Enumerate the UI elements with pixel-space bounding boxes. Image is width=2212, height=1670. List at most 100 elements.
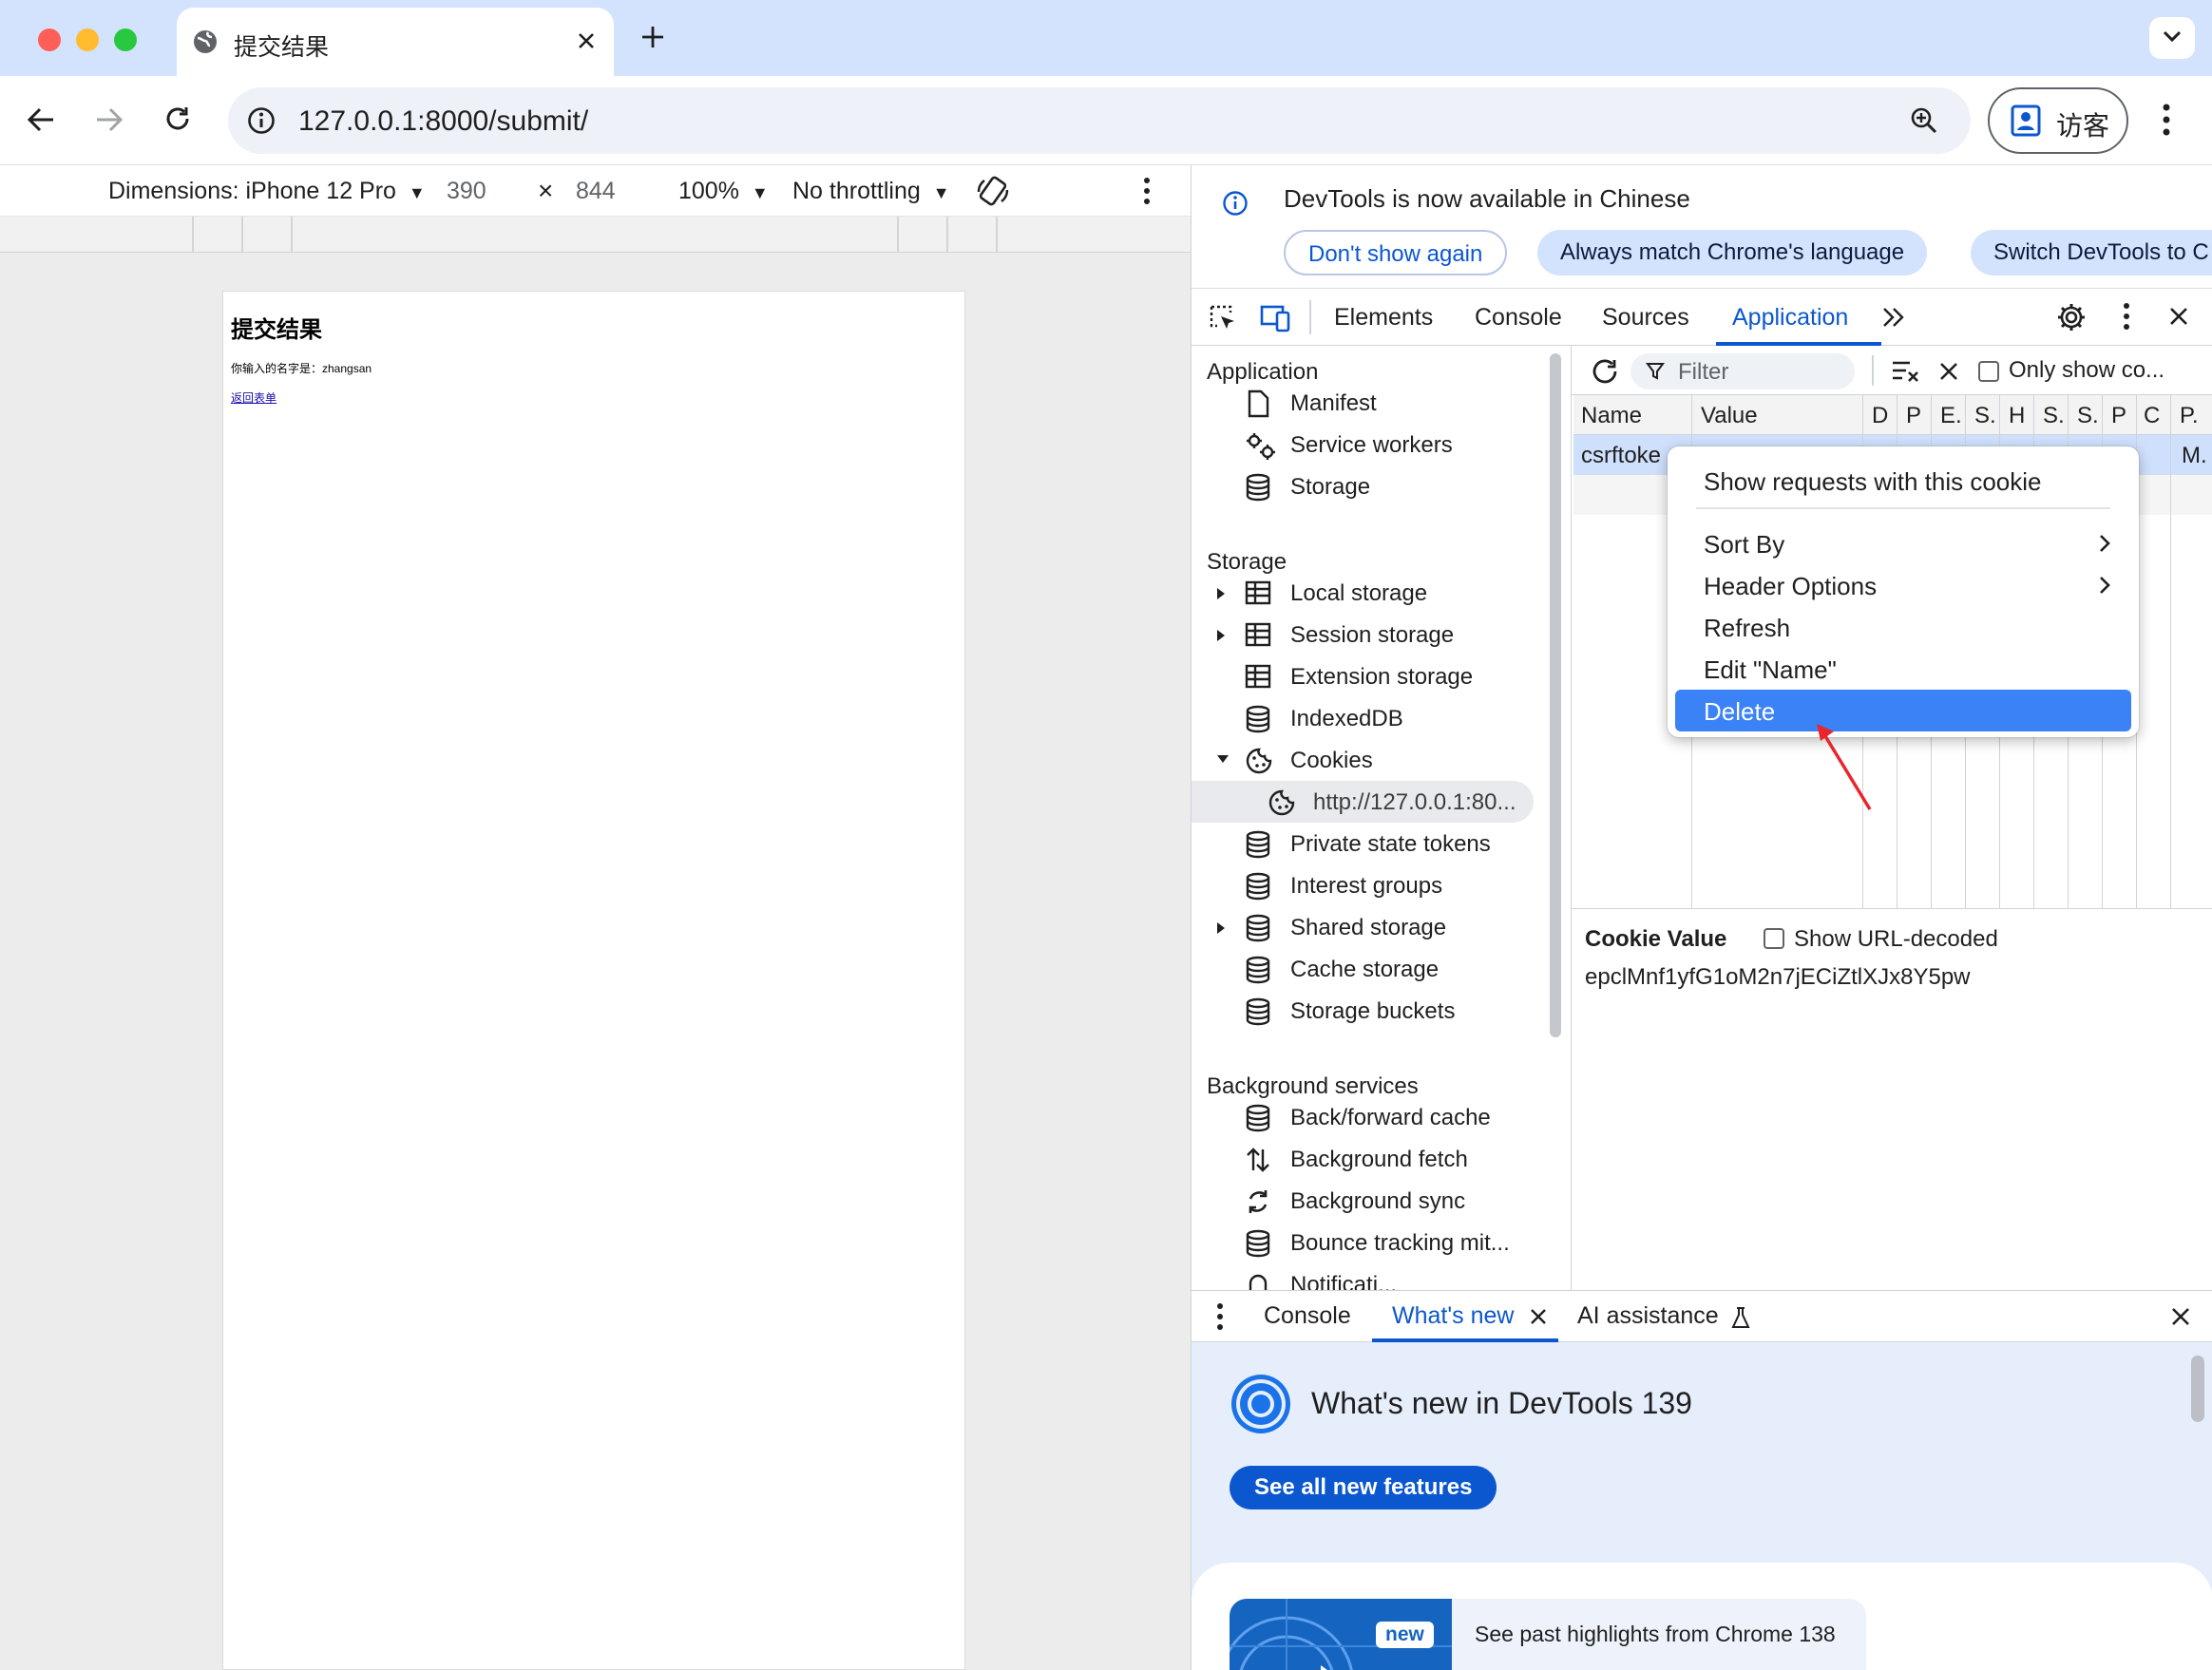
expand-arrow-icon[interactable] xyxy=(1216,629,1226,642)
ruler-tick xyxy=(996,217,998,253)
expand-arrow-icon[interactable] xyxy=(1216,587,1226,600)
sidebar-item-interest-groups[interactable]: Interest groups xyxy=(1192,864,1567,906)
column-header-expires[interactable]: E. xyxy=(1940,403,1962,429)
sidebar-item-local-storage[interactable]: Local storage xyxy=(1192,572,1567,614)
highlights-card: new See past highlights from Chrome 138 xyxy=(1192,1563,2212,1670)
refresh-icon[interactable] xyxy=(1591,357,1619,386)
device-width-input[interactable]: 390 xyxy=(447,178,486,205)
menu-item-refresh[interactable]: Refresh xyxy=(1675,606,2131,648)
tab-application[interactable]: Application xyxy=(1732,304,1848,332)
only-show-checkbox[interactable] xyxy=(1978,361,1999,382)
dont-show-again-button[interactable]: Don't show again xyxy=(1284,230,1508,275)
tab-elements[interactable]: Elements xyxy=(1334,304,1433,332)
rotate-icon[interactable] xyxy=(975,173,1011,209)
past-highlights-link[interactable]: new See past highlights from Chrome 138 xyxy=(1230,1599,1866,1670)
column-header-name[interactable]: Name xyxy=(1581,403,1642,429)
minimize-window-button[interactable] xyxy=(76,28,99,51)
sidebar-item-extension-storage[interactable]: Extension storage xyxy=(1192,655,1567,697)
forward-arrow-icon[interactable] xyxy=(95,106,124,133)
inspect-element-icon[interactable] xyxy=(1209,304,1237,332)
device-height-input[interactable]: 844 xyxy=(576,178,616,205)
sidebar-item-session-storage[interactable]: Session storage xyxy=(1192,614,1567,655)
menu-item-edit-name[interactable]: Edit "Name" xyxy=(1675,648,2131,690)
sidebar-item-indexeddb[interactable]: IndexedDB xyxy=(1192,697,1567,739)
close-tab-icon[interactable] xyxy=(1530,1308,1547,1325)
close-tab-icon[interactable] xyxy=(576,30,597,51)
new-tab-button[interactable] xyxy=(640,25,665,49)
close-drawer-icon[interactable] xyxy=(2170,1306,2191,1327)
chrome-devtools-logo-icon xyxy=(1230,1373,1292,1435)
sidebar-item-cookies[interactable]: Cookies xyxy=(1192,739,1567,781)
device-toggle-icon[interactable] xyxy=(1260,304,1292,332)
close-devtools-icon[interactable] xyxy=(2168,306,2189,327)
drawer-menu-icon[interactable] xyxy=(1216,1302,1224,1331)
maximize-window-button[interactable] xyxy=(114,28,137,51)
collapse-arrow-icon[interactable] xyxy=(1216,754,1230,764)
sidebar-item-background-sync[interactable]: Background sync xyxy=(1192,1180,1567,1222)
column-header-domain[interactable]: D xyxy=(1872,403,1888,429)
menu-item-sort-by[interactable]: Sort By xyxy=(1675,522,2131,564)
delete-all-icon[interactable] xyxy=(1938,361,1959,382)
sidebar-item-bounce-tracking[interactable]: Bounce tracking mit... xyxy=(1192,1222,1567,1263)
drawer-tab-ai-assistance[interactable]: AI assistance xyxy=(1577,1302,1719,1330)
sidebar-item-service-workers[interactable]: Service workers xyxy=(1192,424,1567,465)
column-header-priority[interactable]: P. xyxy=(2180,403,2199,429)
zoom-select[interactable]: 100% ▼ xyxy=(678,178,769,205)
profile-button[interactable]: 访客 xyxy=(1988,87,2128,154)
sidebar-item-manifest[interactable]: Manifest xyxy=(1192,382,1567,424)
devtools-menu-icon[interactable] xyxy=(2123,302,2130,331)
sidebar-item-storage[interactable]: Storage xyxy=(1192,465,1567,507)
column-header-size[interactable]: S. xyxy=(1974,403,1996,429)
more-tabs-icon[interactable] xyxy=(1881,306,1906,329)
column-header-path[interactable]: P xyxy=(1906,403,1921,429)
sidebar-item-bfcache[interactable]: Back/forward cache xyxy=(1192,1096,1567,1138)
site-info-icon[interactable] xyxy=(247,106,276,135)
column-header-value[interactable]: Value xyxy=(1701,403,1758,429)
filter-input[interactable]: Filter xyxy=(1630,353,1855,389)
column-header-secure[interactable]: S. xyxy=(2043,403,2065,429)
back-arrow-icon[interactable] xyxy=(27,106,55,133)
sidebar-item-background-fetch[interactable]: Background fetch xyxy=(1192,1138,1567,1180)
address-bar[interactable]: 127.0.0.1:8000/submit/ xyxy=(228,87,1971,154)
tab-console[interactable]: Console xyxy=(1475,304,1562,332)
sidebar-item-cache-storage[interactable]: Cache storage xyxy=(1192,948,1567,990)
menu-item-show-requests[interactable]: Show requests with this cookie xyxy=(1675,460,2131,502)
drawer-tab-console[interactable]: Console xyxy=(1264,1302,1351,1330)
device-dimensions-select[interactable]: Dimensions: iPhone 12 Pro ▼ xyxy=(108,178,426,205)
sidebar-item-label: Extension storage xyxy=(1290,664,1474,690)
column-header-httponly[interactable]: H xyxy=(2009,403,2025,429)
browser-tab[interactable]: 提交结果 xyxy=(177,8,614,76)
database-icon xyxy=(1245,473,1271,502)
sidebar-item-storage-buckets[interactable]: Storage buckets xyxy=(1192,990,1567,1032)
close-window-button[interactable] xyxy=(38,28,61,51)
column-header-crosssite[interactable]: C xyxy=(2144,403,2160,429)
sidebar-item-cookie-origin[interactable]: http://127.0.0.1:80... xyxy=(1192,781,1534,823)
menu-item-delete[interactable]: Delete xyxy=(1675,690,2131,731)
drawer-tab-whats-new[interactable]: What's new xyxy=(1392,1302,1514,1330)
reload-icon[interactable] xyxy=(163,104,192,133)
database-icon xyxy=(1245,956,1271,984)
ruler-tick xyxy=(897,217,899,253)
menu-item-header-options[interactable]: Header Options xyxy=(1675,564,2131,606)
toolbar-divider xyxy=(1872,355,1874,386)
tab-search-button[interactable] xyxy=(2149,17,2195,59)
sidebar-item-shared-storage[interactable]: Shared storage xyxy=(1192,906,1567,948)
back-to-form-link[interactable]: 返回表单 xyxy=(231,389,276,406)
throttling-select[interactable]: No throttling ▼ xyxy=(792,178,950,205)
tab-sources[interactable]: Sources xyxy=(1602,304,1689,332)
match-language-button[interactable]: Always match Chrome's language xyxy=(1537,230,1928,275)
sidebar-item-private-state-tokens[interactable]: Private state tokens xyxy=(1192,823,1567,864)
column-header-partition[interactable]: P xyxy=(2111,403,2126,429)
url-decoded-checkbox[interactable] xyxy=(1764,928,1784,949)
column-header-samesite[interactable]: S. xyxy=(2077,403,2099,429)
clear-filtered-icon[interactable] xyxy=(1891,359,1919,384)
settings-gear-icon[interactable] xyxy=(2056,302,2087,332)
device-toolbar-menu-icon[interactable] xyxy=(1143,177,1151,205)
whats-new-title: What's new in DevTools 139 xyxy=(1311,1386,1692,1420)
zoom-icon[interactable] xyxy=(1910,106,1938,135)
switch-language-button[interactable]: Switch DevTools to C xyxy=(1971,230,2212,275)
drawer-scrollbar[interactable] xyxy=(2191,1356,2204,1422)
expand-arrow-icon[interactable] xyxy=(1216,921,1226,935)
browser-menu-icon[interactable] xyxy=(2163,103,2170,137)
see-all-features-button[interactable]: See all new features xyxy=(1230,1466,1497,1509)
